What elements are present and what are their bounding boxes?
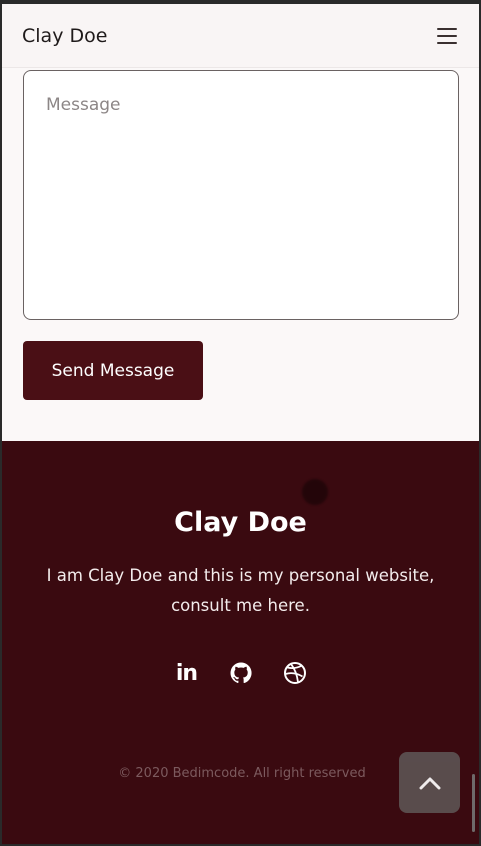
brand-logo[interactable]: Clay Doe [22,25,107,47]
menu-bar-line [437,41,457,44]
footer: Clay Doe I am Clay Doe and this is my pe… [2,441,479,844]
top-nav-bar: Clay Doe [2,4,479,68]
footer-title: Clay Doe [174,507,307,538]
chevron-up-icon [419,777,440,789]
footer-description: I am Clay Doe and this is my personal we… [46,566,435,615]
social-links: in [2,659,479,687]
github-icon-graphic [230,662,252,683]
dribbble-icon-graphic [283,662,306,684]
dribbble-icon[interactable] [281,659,309,687]
send-message-button[interactable]: Send Message [23,341,203,400]
copyright-text: © 2020 Bedimcode. All right reserved [118,766,366,781]
linkedin-icon[interactable]: in [173,659,201,687]
message-textarea[interactable] [23,70,459,320]
scrollbar-thumb[interactable] [472,774,475,832]
page: Clay Doe Send Message Clay Doe I am Clay… [2,4,479,844]
hamburger-menu-icon[interactable] [437,27,457,44]
cursor-indicator [302,479,328,505]
menu-bar-line [437,27,457,30]
scroll-to-top-button[interactable] [399,752,460,813]
menu-bar-line [437,34,457,37]
github-icon[interactable] [227,659,255,687]
